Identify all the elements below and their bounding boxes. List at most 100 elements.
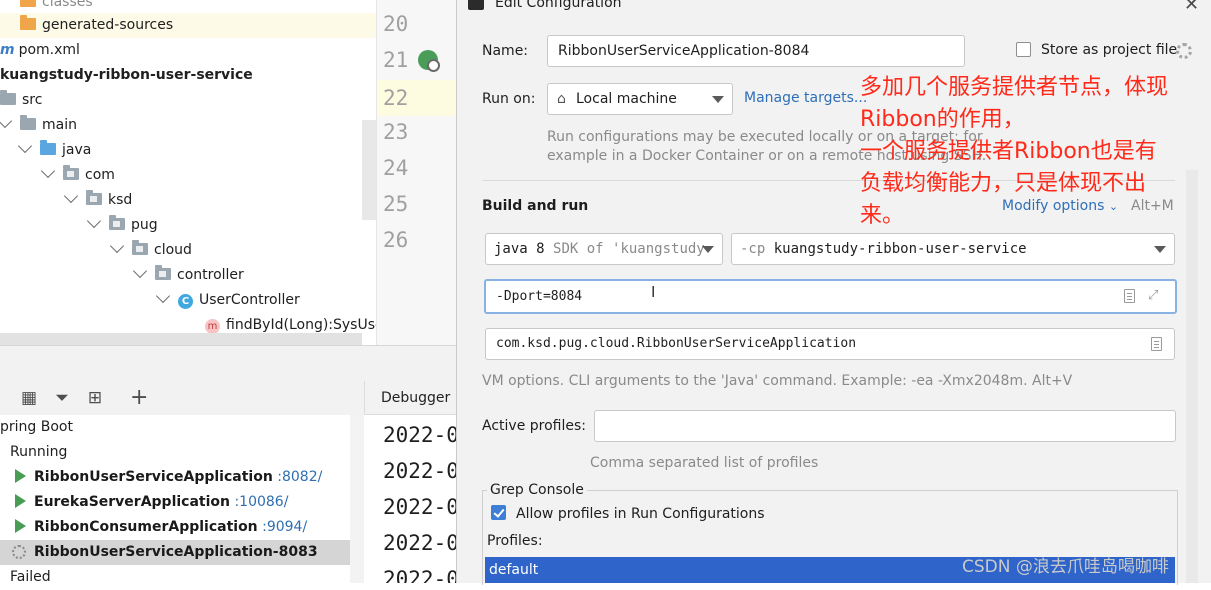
run-icon	[15, 469, 26, 483]
method-icon: m	[205, 319, 220, 334]
close-icon[interactable]: ✕	[1184, 0, 1199, 15]
tree-item-main[interactable]: main	[0, 113, 77, 138]
chevron-down-icon[interactable]	[109, 238, 125, 254]
store-as-project-file-label: Store as project file	[1041, 42, 1178, 58]
store-as-project-file-checkbox[interactable]	[1016, 42, 1031, 57]
tree-item-controller[interactable]: controller	[132, 263, 244, 288]
service-item-selected[interactable]: RibbonUserServiceApplication-8083	[0, 540, 350, 565]
build-and-run-heading: Build and run	[482, 198, 589, 214]
services-group-running[interactable]: Running	[0, 440, 350, 465]
folder-icon	[20, 115, 36, 130]
console-line: 2022-0	[383, 423, 456, 447]
tree-item-cloud[interactable]: cloud	[109, 238, 192, 263]
tree-item-com[interactable]: com	[40, 163, 115, 188]
new-tab-icon[interactable]: ⊞	[86, 389, 104, 407]
console-output: 2022-0 2022-0 2022-0 2022-0 2022-0	[364, 415, 456, 583]
maven-icon: m	[0, 42, 15, 58]
group-by-icon[interactable]: ▦	[20, 389, 38, 407]
line-number: 25	[383, 192, 409, 216]
tree-item-ksd[interactable]: ksd	[63, 188, 132, 213]
project-tree: classes generated-sources m pom.xml kuang…	[0, 0, 376, 345]
chevron-down-icon[interactable]	[63, 188, 79, 204]
package-icon	[63, 165, 79, 180]
classpath-module-select[interactable]: -cp kuangstudy-ribbon-user-service	[731, 233, 1175, 265]
chevron-down-icon[interactable]	[0, 113, 13, 129]
annotation-line: 来。	[860, 203, 905, 228]
active-profiles-label: Active profiles:	[482, 418, 586, 434]
annotation-line: 一个服务提供者Ribbon也是有	[860, 139, 1157, 164]
console-line: 2022-0	[383, 567, 456, 583]
jdk-select[interactable]: java 8 SDK of 'kuangstudy	[485, 233, 723, 265]
allow-profiles-checkbox[interactable]	[491, 505, 506, 520]
tree-item-usercontroller[interactable]: C UserController	[155, 288, 300, 313]
gear-icon[interactable]	[1176, 43, 1192, 59]
vm-options-help: VM options. CLI arguments to the 'Java' …	[482, 373, 1073, 389]
run-icon	[15, 494, 26, 508]
red-annotation: 多加几个服务提供者节点，体现 Ribbon的作用， 一个服务提供者Ribbon也…	[860, 72, 1205, 232]
tree-item-generated-sources[interactable]: generated-sources	[0, 13, 376, 38]
home-icon: ⌂	[557, 91, 566, 107]
tree-scrollbar[interactable]	[362, 120, 376, 220]
service-item[interactable]: RibbonConsumerApplication :9094/	[0, 515, 350, 540]
tree-item-pom[interactable]: m pom.xml	[0, 38, 80, 63]
service-item[interactable]: EurekaServerApplication :10086/	[0, 490, 350, 515]
chevron-down-icon[interactable]	[40, 163, 56, 179]
console-line: 2022-0	[383, 495, 456, 519]
annotation-line: 负载均衡能力，只是体现不出	[860, 171, 1147, 196]
text-cursor-icon: I	[651, 283, 656, 301]
filter-icon[interactable]: ⏷	[53, 389, 71, 407]
chevron-down-icon[interactable]	[17, 138, 33, 154]
run-icon	[15, 519, 26, 533]
service-item[interactable]: RibbonUserServiceApplication :8082/	[0, 465, 350, 490]
active-profiles-help: Comma separated list of profiles	[590, 455, 819, 471]
maximize-icon[interactable]: ⤢	[1148, 289, 1162, 303]
tab-debugger[interactable]: Debugger	[364, 381, 456, 415]
line-number-current: 22	[377, 80, 457, 116]
tree-item-src[interactable]: src	[0, 88, 42, 113]
vm-options-input[interactable]: -Dport=8084	[484, 279, 1177, 314]
watermark: CSDN @浪去爪哇岛喝咖啡	[962, 557, 1169, 577]
chevron-down-icon[interactable]	[155, 288, 171, 304]
expand-document-icon[interactable]	[1124, 289, 1135, 303]
line-number: 23	[383, 120, 409, 144]
tree-item-pug[interactable]: pug	[86, 213, 158, 238]
manage-targets-link[interactable]: Manage targets...	[744, 90, 867, 106]
allow-profiles-label: Allow profiles in Run Configurations	[516, 506, 765, 522]
name-label: Name:	[482, 43, 529, 59]
chevron-down-icon[interactable]	[132, 263, 148, 279]
console-line: 2022-0	[383, 459, 456, 483]
main-class-input[interactable]: com.ksd.pug.cloud.RibbonUserServiceAppli…	[485, 328, 1175, 360]
console-line: 2022-0	[383, 531, 456, 555]
annotation-line: Ribbon的作用，	[860, 107, 1025, 132]
package-icon	[155, 265, 171, 280]
services-scrollbar[interactable]	[350, 415, 364, 583]
tree-item-module[interactable]: kuangstudy-ribbon-user-service	[0, 63, 253, 88]
add-icon[interactable]: +	[130, 387, 148, 409]
active-profiles-input[interactable]	[594, 410, 1176, 442]
run-on-select[interactable]: ⌂ Local machine	[547, 83, 733, 115]
spring-bean-icon[interactable]	[418, 50, 440, 72]
line-number: 21	[383, 48, 409, 72]
package-icon	[132, 240, 148, 255]
chevron-down-icon[interactable]	[86, 213, 102, 229]
services-toolbar: ▦ ⏷ ⊞ +	[0, 381, 364, 416]
package-icon	[109, 215, 125, 230]
chevron-down-icon	[1154, 246, 1166, 253]
tree-horizontal-scrollbar[interactable]	[0, 333, 362, 345]
annotation-line: 多加几个服务提供者节点，体现	[860, 75, 1169, 100]
package-icon	[86, 190, 102, 205]
profiles-label: Profiles:	[487, 533, 543, 549]
services-group-failed[interactable]: Failed	[0, 565, 350, 590]
run-on-label: Run on:	[482, 91, 536, 107]
source-folder-icon	[40, 140, 56, 155]
folder-icon	[20, 0, 36, 7]
name-input[interactable]: RibbonUserServiceApplication-8084	[547, 35, 965, 67]
services-header	[0, 345, 456, 382]
folder-icon	[0, 90, 16, 105]
browse-class-icon[interactable]	[1151, 337, 1162, 351]
line-number: 24	[383, 156, 409, 180]
tree-item-java[interactable]: java	[17, 138, 91, 163]
app-logo-icon	[468, 0, 484, 10]
editor-gutter: 20 21 22 23 24 25 26	[376, 0, 457, 345]
services-group-spring-boot[interactable]: pring Boot	[0, 415, 350, 440]
